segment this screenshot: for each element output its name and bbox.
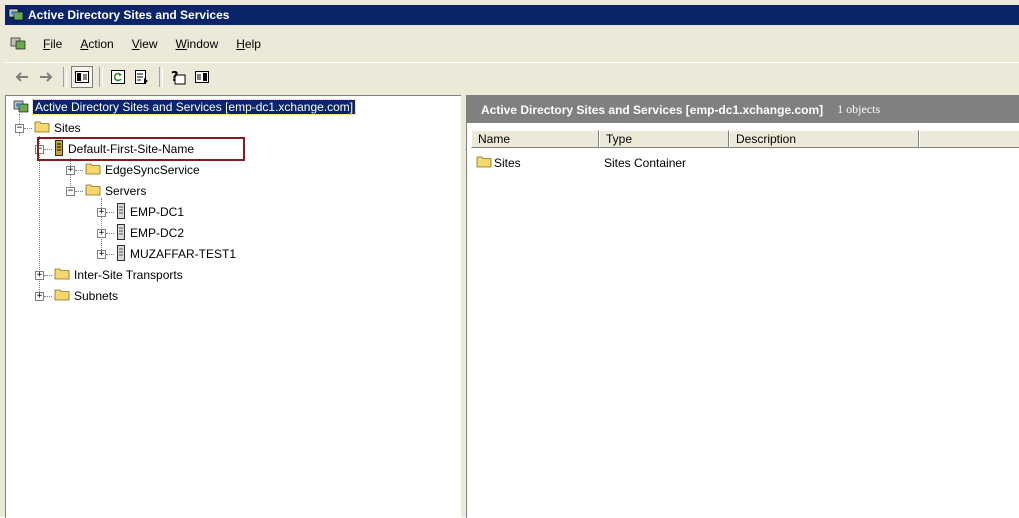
- tree-item-servers[interactable]: − Servers: [66, 182, 146, 200]
- tree-connector: [75, 169, 83, 171]
- tree-item-label: Sites: [54, 121, 81, 135]
- folder-icon: [476, 155, 492, 171]
- folder-icon: [54, 267, 70, 283]
- toolbar-separator: [63, 67, 67, 87]
- tree-item-edgesync[interactable]: + EdgeSyncService: [66, 161, 200, 179]
- help-button[interactable]: ?: [167, 66, 189, 88]
- action-pane-icon: [195, 71, 209, 83]
- column-header-type[interactable]: Type: [599, 130, 729, 148]
- refresh-icon: [111, 70, 125, 84]
- server-icon: [116, 244, 126, 264]
- list-item-name: Sites: [494, 156, 521, 170]
- tree-item-label: Inter-Site Transports: [74, 268, 183, 282]
- expand-subnets-toggle[interactable]: +: [35, 291, 44, 301]
- column-header-description[interactable]: Description: [729, 130, 919, 148]
- tree-item-label: EMP-DC2: [130, 226, 185, 240]
- expand-server-toggle[interactable]: +: [97, 228, 106, 238]
- export-list-button[interactable]: [131, 66, 153, 88]
- mmc-window: Active Directory Sites and Services File…: [0, 0, 1019, 518]
- tree-connector: [106, 253, 114, 255]
- title-bar[interactable]: Active Directory Sites and Services: [5, 5, 1019, 25]
- action-pane-button[interactable]: [191, 66, 213, 88]
- tree-root-label: Active Directory Sites and Services [emp…: [31, 99, 357, 115]
- menu-file[interactable]: File: [34, 37, 71, 51]
- server-icon: [116, 202, 126, 222]
- menu-help[interactable]: Help: [227, 37, 270, 51]
- tree-item-label: Subnets: [74, 289, 119, 303]
- details-header: Active Directory Sites and Services [emp…: [467, 96, 1019, 123]
- column-header-row: Name Type Description: [471, 130, 1019, 148]
- toolbar-separator: [159, 67, 163, 87]
- expand-inter-site-toggle[interactable]: +: [35, 270, 44, 280]
- list-item[interactable]: Sites Sites Container: [476, 154, 734, 172]
- window-title: Active Directory Sites and Services: [28, 8, 230, 22]
- tree-item-label: Servers: [105, 184, 147, 198]
- back-arrow-icon: [15, 72, 28, 82]
- server-icon: [116, 223, 126, 243]
- forward-button[interactable]: [35, 66, 57, 88]
- tree-item-label: MUZAFFAR-TEST1: [130, 247, 237, 261]
- tree-item-label: EMP-DC1: [130, 205, 185, 219]
- tree-connector: [44, 274, 52, 276]
- sites-services-app-icon: [8, 7, 24, 24]
- console-tree-pane[interactable]: Active Directory Sites and Services [emp…: [5, 95, 461, 518]
- details-pane[interactable]: Active Directory Sites and Services [emp…: [466, 95, 1019, 518]
- menu-action[interactable]: Action: [71, 37, 122, 51]
- tree-connector: [44, 295, 52, 297]
- list-item-type: Sites Container: [604, 156, 687, 170]
- export-list-icon: [135, 70, 148, 84]
- object-count: 1 objects: [837, 102, 881, 116]
- tree-item-server-emp-dc1[interactable]: + EMP-DC1: [97, 202, 185, 222]
- collapse-sites-toggle[interactable]: −: [15, 123, 24, 133]
- back-button[interactable]: [11, 66, 33, 88]
- console-menu-icon[interactable]: [10, 36, 26, 53]
- tree-connector: [75, 190, 83, 192]
- svg-text:?: ?: [171, 70, 179, 85]
- tree-connector: [106, 211, 114, 213]
- help-icon: ?: [171, 70, 186, 85]
- tree-item-label: EdgeSyncService: [105, 163, 200, 177]
- tree-root[interactable]: Active Directory Sites and Services [emp…: [11, 98, 357, 116]
- refresh-button[interactable]: [107, 66, 129, 88]
- folder-icon: [34, 120, 50, 136]
- tree-item-sites[interactable]: − Sites: [15, 119, 81, 137]
- tree-connector: [106, 232, 114, 234]
- folder-icon: [54, 288, 70, 304]
- expand-server-toggle[interactable]: +: [97, 207, 106, 217]
- tree-connector: [24, 127, 32, 129]
- expand-edgesync-toggle[interactable]: +: [66, 165, 75, 175]
- column-header-name[interactable]: Name: [471, 130, 599, 148]
- folder-icon: [85, 183, 101, 199]
- tree-item-inter-site-transports[interactable]: + Inter-Site Transports: [35, 266, 183, 284]
- annotation-highlight-box: [37, 137, 245, 161]
- tree-item-subnets[interactable]: + Subnets: [35, 287, 118, 305]
- menu-view[interactable]: View: [123, 37, 167, 51]
- console-tree-icon: [75, 71, 89, 83]
- forward-arrow-icon: [40, 72, 53, 82]
- sites-services-root-icon: [13, 99, 29, 116]
- toolbar: ?: [5, 62, 1019, 91]
- expand-server-toggle[interactable]: +: [97, 249, 106, 259]
- show-hide-tree-button[interactable]: [71, 66, 93, 88]
- column-header-blank: [919, 130, 1019, 148]
- details-title: Active Directory Sites and Services [emp…: [481, 102, 824, 117]
- tree-item-server-muzaffar-test1[interactable]: + MUZAFFAR-TEST1: [97, 244, 237, 264]
- menu-bar: File Action View Window Help: [5, 33, 1019, 55]
- tree-item-server-emp-dc2[interactable]: + EMP-DC2: [97, 223, 185, 243]
- collapse-servers-toggle[interactable]: −: [66, 186, 75, 196]
- toolbar-separator: [99, 67, 103, 87]
- menu-window[interactable]: Window: [167, 37, 228, 51]
- folder-icon: [85, 162, 101, 178]
